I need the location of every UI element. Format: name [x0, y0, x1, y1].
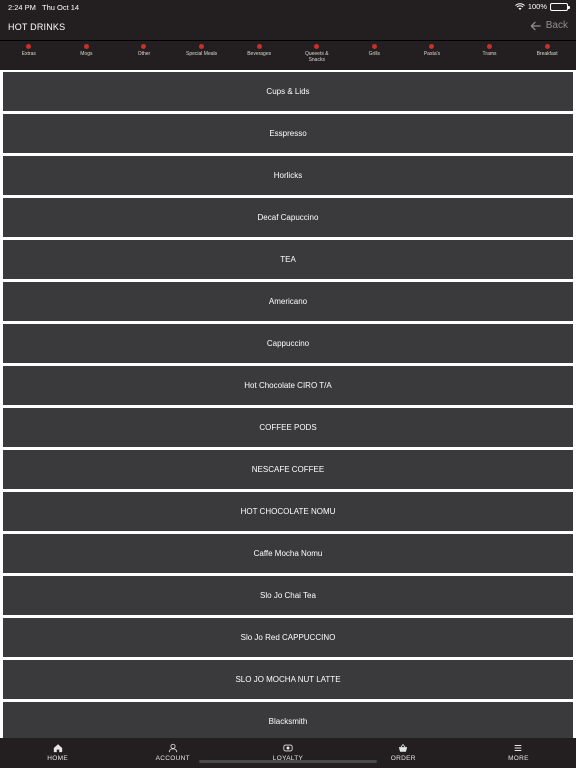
category-label: Queeets & Snacks — [304, 51, 329, 63]
back-label: Back — [545, 20, 568, 31]
top-bar: 2:24 PM Thu Oct 14 100% HOT DRINKS Back … — [0, 0, 576, 70]
status-bar: 2:24 PM Thu Oct 14 100% — [0, 0, 576, 14]
tab-label: ORDER — [390, 755, 416, 762]
basket-icon — [399, 743, 408, 752]
list-item[interactable]: Blacksmith — [3, 702, 573, 738]
category-tab-breakfast[interactable]: Breakfast — [518, 41, 576, 70]
category-tab-mogs[interactable]: Mogs — [58, 41, 116, 70]
list-item[interactable]: TEA — [3, 240, 573, 279]
category-tab-grills[interactable]: Grills — [346, 41, 404, 70]
category-dot-icon — [544, 44, 550, 49]
tab-label: MORE — [508, 755, 529, 762]
tab-more[interactable]: MORE — [461, 738, 576, 768]
menu-icon — [515, 745, 522, 751]
category-label: Trams — [482, 51, 497, 57]
category-dot-icon — [83, 44, 89, 49]
status-time: 2:24 PM — [8, 3, 36, 12]
list-item[interactable]: Decaf Capuccino — [3, 198, 573, 237]
category-label: Grills — [368, 51, 381, 57]
category-tab-sweets-snacks[interactable]: Queeets & Snacks — [288, 41, 346, 70]
list-item[interactable]: Slo Jo Chai Tea — [3, 576, 573, 615]
home-icon — [53, 744, 62, 753]
tab-order[interactable]: ORDER — [346, 738, 461, 768]
category-label: Extras — [21, 51, 36, 57]
tab-account[interactable]: ACCOUNT — [115, 738, 230, 768]
list-item[interactable]: Caffe Mocha Nomu — [3, 534, 573, 573]
bottom-tab-bar: HOME ACCOUNT LOYALTY ORDER MORE — [0, 738, 576, 768]
status-right: 100% — [514, 2, 570, 11]
home-indicator[interactable] — [199, 760, 377, 763]
category-tab-pastas[interactable]: Pasta's — [403, 41, 461, 70]
battery-icon — [550, 2, 570, 11]
list-item[interactable]: Americano — [3, 282, 573, 321]
tab-label: ACCOUNT — [155, 755, 190, 762]
status-date: Thu Oct 14 — [42, 3, 80, 12]
category-dot-icon — [371, 44, 377, 49]
category-dot-icon — [199, 44, 205, 49]
category-label: Pasta's — [423, 51, 441, 57]
category-dot-icon — [314, 44, 320, 49]
category-dot-icon — [26, 44, 32, 49]
category-dot-icon — [256, 44, 262, 49]
list-item[interactable]: SLO JO MOCHA NUT LATTE — [3, 660, 573, 699]
category-dot-icon — [141, 44, 147, 49]
category-label: Mogs — [80, 51, 93, 57]
tab-loyalty[interactable]: LOYALTY — [230, 738, 345, 768]
list-item[interactable]: COFFEE PODS — [3, 408, 573, 447]
category-label: Special Meals — [186, 51, 218, 57]
list-item[interactable]: Esspresso — [3, 114, 573, 153]
back-button[interactable]: Back — [530, 20, 568, 31]
category-label: Beverages — [247, 51, 272, 57]
loyalty-icon — [283, 744, 293, 752]
arrow-left-icon — [530, 21, 541, 30]
list-item[interactable]: HOT CHOCOLATE NOMU — [3, 492, 573, 531]
list-item[interactable]: Cappuccino — [3, 324, 573, 363]
product-list[interactable]: Cups & Lids Esspresso Horlicks Decaf Cap… — [3, 72, 573, 738]
user-icon — [168, 743, 177, 753]
list-item[interactable]: Slo Jo Red CAPPUCCINO — [3, 618, 573, 657]
tab-home[interactable]: HOME — [0, 738, 115, 768]
page-title: HOT DRINKS — [8, 22, 66, 32]
tab-label: HOME — [47, 755, 68, 762]
category-tab-trams[interactable]: Trams — [461, 41, 519, 70]
category-tab-other[interactable]: Other — [115, 41, 173, 70]
category-tab-special-meals[interactable]: Special Meals — [173, 41, 231, 70]
list-item[interactable]: Cups & Lids — [3, 72, 573, 111]
list-item[interactable]: Horlicks — [3, 156, 573, 195]
category-label: Breakfast — [536, 51, 558, 57]
category-dot-icon — [429, 44, 435, 49]
category-tabs: Extras Mogs Other Special Meals Beverage… — [0, 40, 576, 70]
category-label: Other — [137, 51, 151, 57]
list-item[interactable]: Hot Chocolate CIRO T/A — [3, 366, 573, 405]
category-tab-beverages[interactable]: Beverages — [230, 41, 288, 70]
wifi-icon — [514, 2, 525, 10]
category-dot-icon — [487, 44, 493, 49]
battery-percent: 100% — [527, 2, 547, 11]
category-tab-extras[interactable]: Extras — [0, 41, 58, 70]
list-item[interactable]: NESCAFE COFFEE — [3, 450, 573, 489]
